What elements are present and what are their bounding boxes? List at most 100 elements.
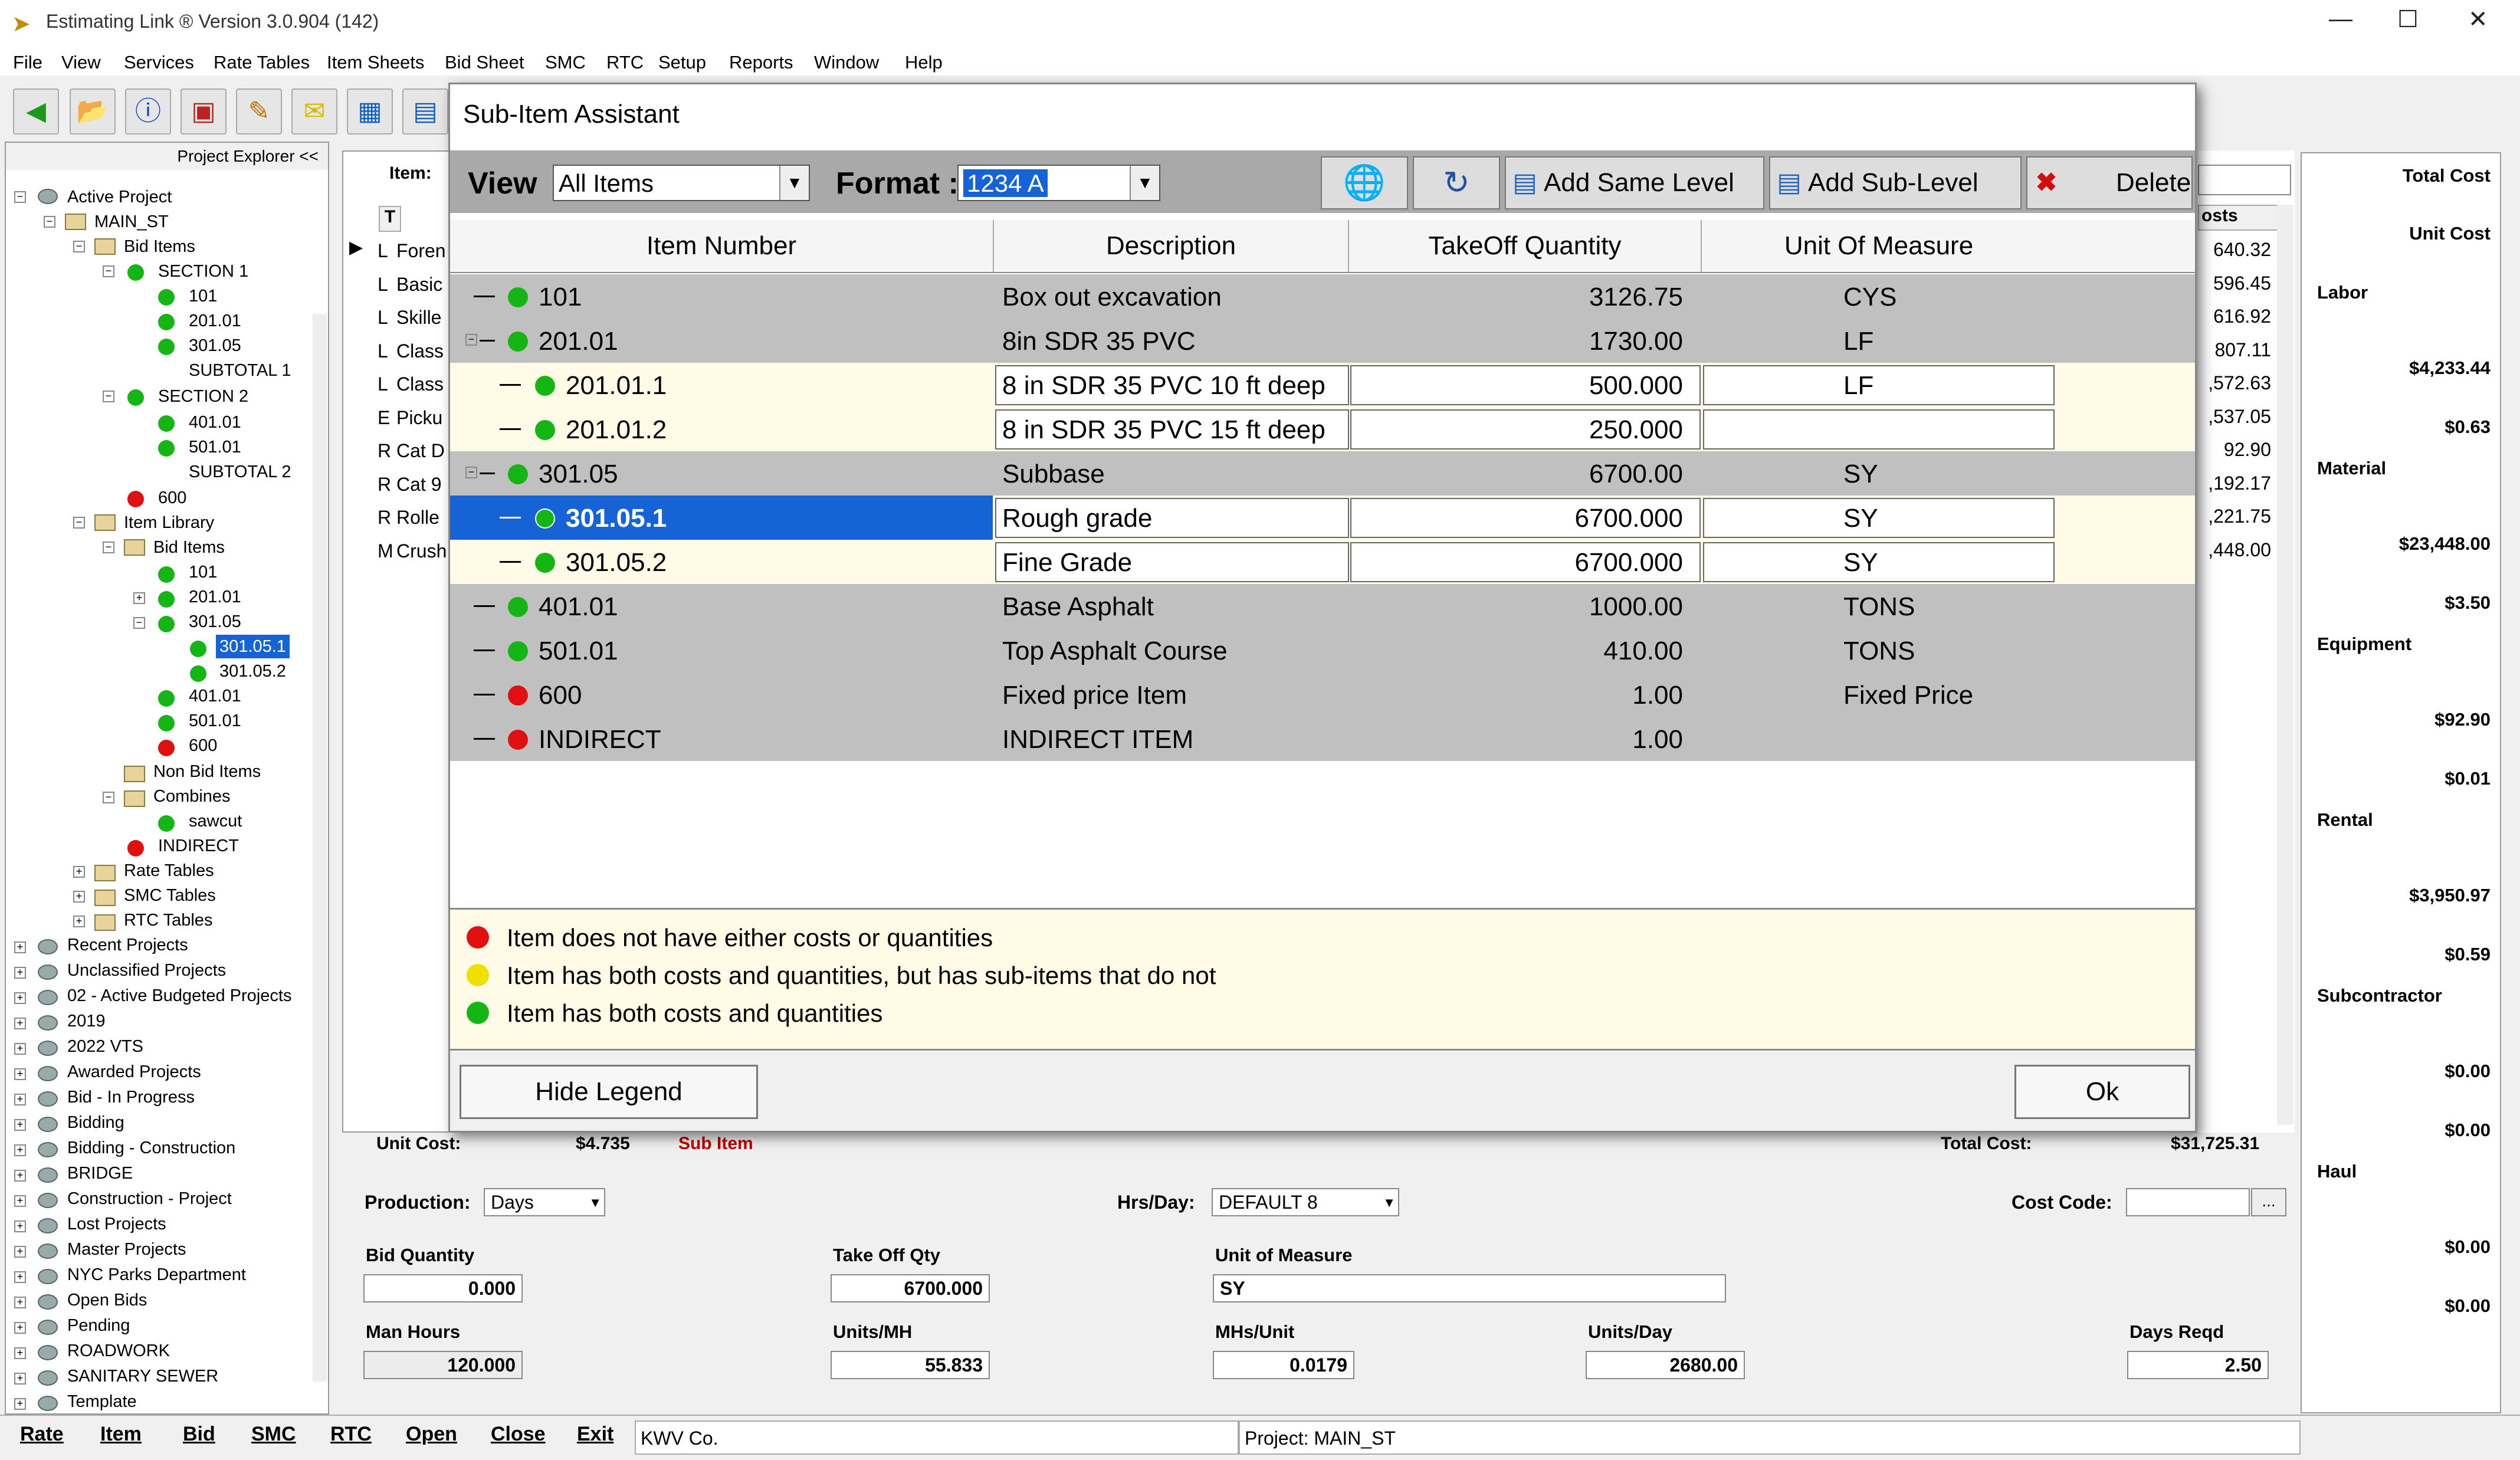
tree-active-project[interactable]: Active Project [67,185,172,209]
name-cell[interactable]: Cat 9 [396,468,447,501]
expand-icon[interactable]: + [14,1170,26,1182]
tree-item-501-01[interactable]: 501.01 [189,435,241,459]
column-takeoff-qty[interactable]: TakeOff Quantity [1349,220,1702,272]
cost-cell[interactable]: 596.45 [2201,267,2271,300]
expand-icon[interactable]: + [14,1322,26,1334]
expand-icon[interactable]: + [14,1221,26,1232]
expand-icon[interactable]: + [14,1398,26,1410]
tree-group[interactable]: Recent Projects [67,933,188,957]
tree-group[interactable]: Open Bids [67,1288,147,1312]
table-row-selected[interactable]: 301.05.1 Rough grade 6700.000 SY [450,496,2195,540]
cost-cell[interactable]: ,537.05 [2201,400,2271,434]
tree-group[interactable]: Lost Projects [67,1212,166,1236]
hrs-day-select[interactable]: DEFAULT 8 ▼ [1212,1188,1399,1216]
tree-group[interactable]: Construction - Project [67,1187,232,1210]
back-icon[interactable]: ◀ [13,88,59,134]
tree-group[interactable]: Template [67,1390,137,1413]
tree-group[interactable]: Pending [67,1314,130,1337]
column-item-number[interactable]: Item Number [450,220,994,272]
expand-icon[interactable]: + [14,1018,26,1029]
name-cell[interactable]: Foren [396,234,447,268]
tree-group[interactable]: 02 - Active Budgeted Projects [67,984,291,1008]
type-cell[interactable]: L [378,334,393,368]
production-select[interactable]: Days ▼ [484,1188,605,1216]
item-field-right[interactable] [2198,165,2291,195]
tree-item-201-01[interactable]: 201.01 [189,309,241,333]
format-select[interactable]: 1234 A ▼ [957,165,1160,201]
tree-subtotal-2[interactable]: SUBTOTAL 2 [189,460,291,484]
table-row[interactable]: INDIRECT INDIRECT ITEM 1.00 [450,717,2195,761]
units-mh-input[interactable]: 55.833 [831,1351,990,1379]
expand-icon[interactable]: + [14,1043,26,1055]
explorer-header[interactable]: Project Explorer << [6,143,328,170]
menu-services[interactable]: Services [124,52,194,73]
uom-cell[interactable] [1703,498,2055,538]
menu-smc[interactable]: SMC [545,52,586,73]
mhs-unit-input[interactable]: 0.0179 [1213,1351,1354,1379]
menu-reports[interactable]: Reports [729,52,793,73]
table-row[interactable]: 101 Box out excavation 3126.75 CYS [450,274,2195,319]
tree-lib-600[interactable]: 600 [189,734,217,757]
type-cell[interactable]: E [378,401,393,435]
minimize-button[interactable]: — [2329,6,2352,32]
comment-icon[interactable]: ✉ [291,88,337,134]
expand-icon[interactable]: + [14,1094,26,1105]
cost-cell[interactable]: ,448.00 [2201,533,2271,567]
close-button[interactable]: ✕ [2468,6,2488,33]
view-select[interactable]: All Items ▼ [553,165,810,201]
tree-group[interactable]: SANITARY SEWER [67,1364,218,1388]
tree-rate-tables[interactable]: Rate Tables [124,859,214,882]
tree-item-101[interactable]: 101 [189,284,217,308]
type-cell[interactable]: L [378,234,393,268]
table-row[interactable]: − 201.01 8in SDR 35 PVC 1730.00 LF [450,319,2195,363]
menu-rtc[interactable]: RTC [606,52,644,73]
tree-section-2[interactable]: SECTION 2 [158,385,248,408]
rate-button[interactable]: Rate [20,1423,64,1446]
uom-cell[interactable] [1703,542,2055,582]
explorer-scrollbar[interactable] [313,314,327,1382]
tree-group[interactable]: Bidding [67,1111,124,1134]
collapse-icon[interactable]: − [133,617,145,629]
collapse-icon[interactable]: − [465,334,477,346]
tree-group[interactable]: Unclassified Projects [67,959,226,982]
item-button[interactable]: Item [100,1423,142,1446]
tree-lib-301-05-2[interactable]: 301.05.2 [219,660,286,683]
tree-group[interactable]: BRIDGE [67,1162,133,1185]
type-cell[interactable]: M [378,534,393,568]
collapse-icon[interactable]: − [465,467,477,478]
name-cell[interactable]: Cat D [396,434,447,468]
tree-sawcut[interactable]: sawcut [189,809,242,833]
cost-code-browse-button[interactable]: ... [2251,1188,2286,1216]
delete-button[interactable]: ✖ Delete [2026,156,2193,209]
cost-code-input[interactable] [2126,1188,2250,1216]
tree-group[interactable]: ROADWORK [67,1339,170,1363]
expand-icon[interactable]: + [14,1373,26,1384]
uom-cell[interactable] [1703,409,2055,450]
tree-subtotal-1[interactable]: SUBTOTAL 1 [189,359,291,382]
bid-button[interactable]: Bid [183,1423,215,1446]
tree-section-1[interactable]: SECTION 1 [158,260,248,283]
tree-item-401-01[interactable]: 401.01 [189,411,241,434]
tree-main-st[interactable]: MAIN_ST [94,210,169,234]
tree-item-library[interactable]: Item Library [124,511,214,534]
edit-icon[interactable]: ✎ [236,88,282,134]
costs-column-header[interactable]: osts [2198,205,2286,231]
collapse-icon[interactable]: − [14,191,26,203]
name-cell[interactable]: Picku [396,401,447,435]
tree-lib-501-01[interactable]: 501.01 [189,709,241,733]
hide-legend-button[interactable]: Hide Legend [460,1065,758,1119]
type-cell[interactable]: R [378,501,393,534]
uom-input[interactable]: SY [1213,1274,1726,1302]
collapse-icon[interactable]: − [44,216,55,228]
collapse-icon[interactable]: − [73,517,85,529]
expand-icon[interactable]: + [14,1271,26,1283]
expand-icon[interactable]: + [14,1119,26,1131]
name-cell[interactable]: Crush [396,534,447,568]
collapse-icon[interactable]: − [103,391,114,402]
expand-icon[interactable]: + [73,866,85,878]
uom-cell[interactable] [1703,365,2055,405]
maximize-button[interactable]: ☐ [2397,6,2419,33]
table-row[interactable]: − 301.05 Subbase 6700.00 SY [450,451,2195,496]
type-cell[interactable]: L [378,368,393,401]
tree-smc-tables[interactable]: SMC Tables [124,884,216,907]
